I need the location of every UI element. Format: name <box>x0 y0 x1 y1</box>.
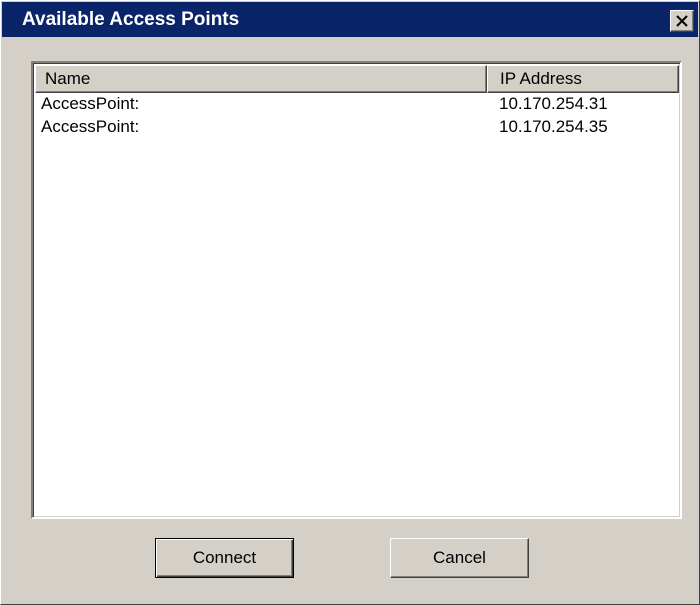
close-icon <box>676 15 688 27</box>
access-point-list[interactable]: Name IP Address AccessPoint: 10.170.254.… <box>31 61 682 519</box>
access-point-name: AccessPoint: <box>41 117 140 136</box>
list-header: Name IP Address <box>35 65 679 93</box>
cancel-button[interactable]: Cancel <box>390 538 529 578</box>
title-bar[interactable]: Available Access Points <box>2 2 698 37</box>
list-item[interactable]: AccessPoint: 10.170.254.31 <box>35 93 678 116</box>
access-point-name: AccessPoint: <box>41 94 140 113</box>
window-title: Available Access Points <box>22 9 240 30</box>
column-header-ip-address[interactable]: IP Address <box>487 65 679 93</box>
list-rows: AccessPoint: 10.170.254.31 AccessPoint: … <box>35 93 678 139</box>
close-button[interactable] <box>670 10 694 32</box>
list-item[interactable]: AccessPoint: 10.170.254.35 <box>35 116 678 139</box>
access-point-ip: 10.170.254.35 <box>499 117 608 136</box>
connect-button[interactable]: Connect <box>155 538 294 578</box>
column-header-name[interactable]: Name <box>35 65 487 93</box>
access-point-ip: 10.170.254.31 <box>499 94 608 113</box>
dialog-window: Available Access Points Name IP Address … <box>0 0 700 605</box>
